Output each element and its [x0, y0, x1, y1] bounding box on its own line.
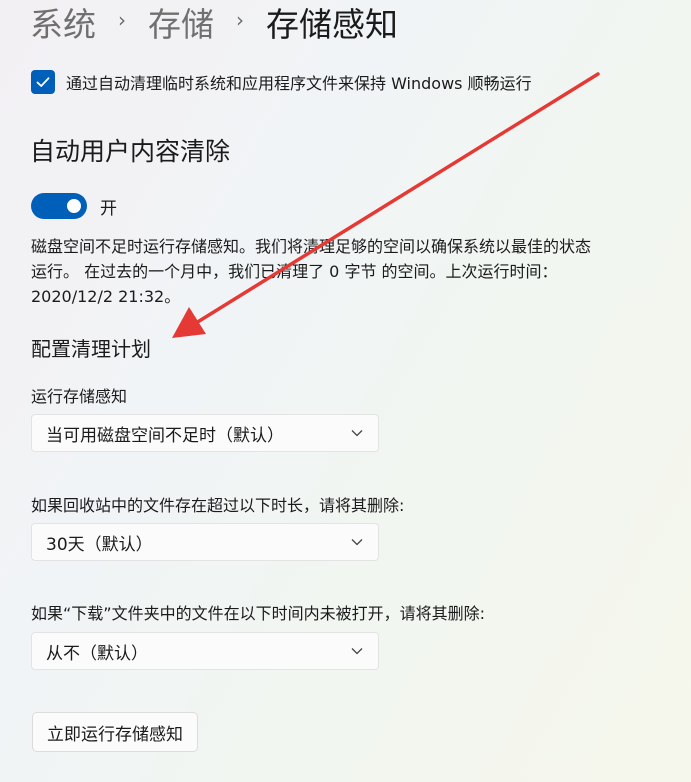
annotation-arrow-icon [172, 72, 600, 338]
